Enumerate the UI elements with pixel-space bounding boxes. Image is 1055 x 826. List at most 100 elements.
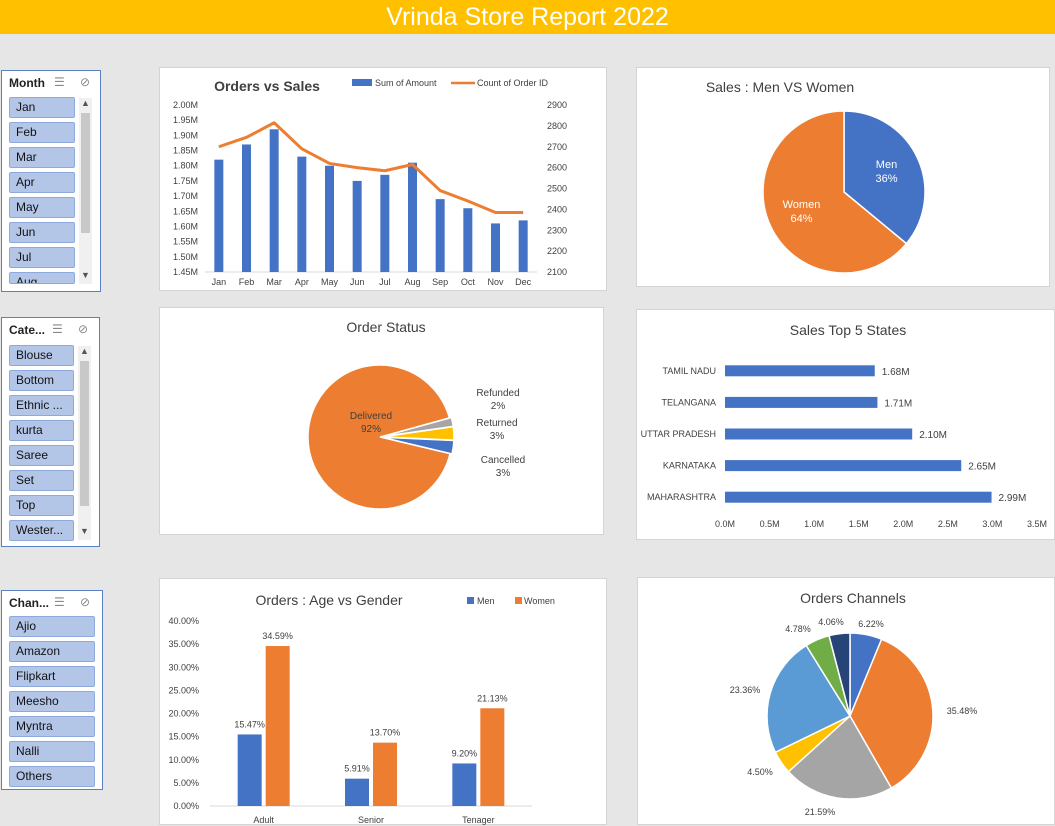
y-axis-tick-label: 1.55M (173, 237, 198, 247)
slicer-item-category[interactable]: Blouse (9, 345, 74, 366)
chart-title: Sales : Men VS Women (706, 79, 854, 95)
scroll-thumb[interactable] (80, 361, 89, 506)
slicer-item-channel[interactable]: Meesho (9, 691, 95, 712)
x-axis-tick-label: 3.5M (1027, 519, 1047, 529)
slicer-item-channel[interactable]: Myntra (9, 716, 95, 737)
x-axis-tick-label: Nov (487, 277, 504, 287)
y-axis-tick-label: 1.75M (173, 176, 198, 186)
scroll-down-icon[interactable]: ▼ (78, 526, 91, 536)
y2-axis-tick-label: 2300 (547, 225, 567, 235)
legend-swatch (352, 79, 372, 86)
month-scrollbar[interactable]: ▲ ▼ (79, 98, 92, 284)
slicer-item-month[interactable]: May (9, 197, 75, 218)
multi-select-icon[interactable]: ☰ (52, 322, 63, 336)
slicer-item-channel[interactable]: Flipkart (9, 666, 95, 687)
slicer-item-channel[interactable]: Ajio (9, 616, 95, 637)
slicer-item-month[interactable]: Aug (9, 272, 75, 284)
category-scrollbar[interactable]: ▲ ▼ (78, 346, 91, 540)
slicer-item-channel[interactable]: Nalli (9, 741, 95, 762)
chart-title: Orders Channels (800, 590, 906, 606)
slicer-item-month[interactable]: Feb (9, 122, 75, 143)
x-axis-tick-label: Oct (461, 277, 476, 287)
legend-label: Sum of Amount (375, 78, 437, 88)
slicer-item-month[interactable]: Apr (9, 172, 75, 193)
slicer-item-month[interactable]: Jun (9, 222, 75, 243)
slice-label: Men (876, 159, 897, 171)
y2-axis-tick-label: 2700 (547, 142, 567, 152)
slicer-item-channel[interactable]: Amazon (9, 641, 95, 662)
slicer-item-category[interactable]: kurta (9, 420, 74, 441)
bar-men (345, 778, 369, 806)
x-axis-tick-label: May (321, 277, 339, 287)
x-axis-tick-label: 0.5M (760, 519, 780, 529)
chart-title: Orders vs Sales (214, 78, 320, 94)
channel-slicer[interactable]: Chan... ☰ ⊘ Ajio Amazon Flipkart Meesho … (1, 590, 103, 790)
multi-select-icon[interactable]: ☰ (54, 75, 65, 89)
clear-filter-icon[interactable]: ⊘ (80, 75, 90, 89)
age-vs-gender-chart: Orders : Age vs Gender Men Women 0.00% 5.00%… (168, 592, 555, 825)
multi-select-icon[interactable]: ☰ (54, 595, 65, 609)
x-axis-tick-label: 1.5M (849, 519, 869, 529)
y-axis-tick-label: 1.80M (173, 161, 198, 171)
scroll-up-icon[interactable]: ▲ (79, 98, 92, 108)
slicer-item-category[interactable]: Wester... (9, 520, 74, 541)
scroll-up-icon[interactable]: ▲ (78, 346, 91, 356)
month-slicer[interactable]: Month ☰ ⊘ Jan Feb Mar Apr May Jun Jul Au… (1, 70, 101, 292)
bar-value-label: 2.10M (919, 430, 947, 441)
scroll-down-icon[interactable]: ▼ (79, 270, 92, 280)
category-slicer[interactable]: Cate... ☰ ⊘ Blouse Bottom Ethnic ... kur… (1, 317, 100, 547)
slicer-item-category[interactable]: Bottom (9, 370, 74, 391)
x-axis-tick-label: Jun (350, 277, 365, 287)
slice-label: Cancelled (481, 455, 525, 466)
slicer-item-channel[interactable]: Others (9, 766, 95, 787)
category-slicer-title: Cate... (9, 323, 46, 337)
state-bar (725, 491, 992, 503)
x-axis-tick-label: Sep (432, 277, 448, 287)
state-bar (725, 428, 913, 440)
x-axis-tick-label: Jul (379, 277, 391, 287)
y-axis-tick-label: 1.95M (173, 115, 198, 125)
slice-percent: 35.48% (947, 706, 978, 716)
y-axis-category-label: TAMIL NADU (662, 366, 716, 376)
slicer-item-month[interactable]: Mar (9, 147, 75, 168)
bar-sum-of-amount (408, 162, 417, 272)
slicer-item-category[interactable]: Ethnic ... (9, 395, 74, 416)
y-axis-tick-label: 20.00% (168, 709, 199, 719)
x-axis-tick-label: Mar (266, 277, 282, 287)
x-axis-tick-label: Jan (212, 277, 227, 287)
slicer-item-month[interactable]: Jul (9, 247, 75, 268)
slicer-item-category[interactable]: Top (9, 495, 74, 516)
slice-label: Refunded (476, 388, 519, 399)
y-axis-category-label: TELANGANA (661, 397, 716, 407)
y-axis-tick-label: 25.00% (168, 685, 199, 695)
bar-value-label: 1.68M (882, 367, 910, 378)
bar-men (237, 734, 262, 806)
slice-label: Returned (476, 418, 517, 429)
y-axis-tick-label: 30.00% (168, 662, 199, 672)
slicer-item-category[interactable]: Set (9, 470, 74, 491)
clear-filter-icon[interactable]: ⊘ (78, 322, 88, 336)
scroll-thumb[interactable] (81, 113, 90, 233)
slice-label: Delivered (350, 411, 392, 422)
x-axis-tick-label: 2.0M (893, 519, 913, 529)
slicer-item-month[interactable]: Jan (9, 97, 75, 118)
y2-axis-tick-label: 2600 (547, 163, 567, 173)
order-status-chart: Order Status Delivered 92% Refunded 2% Return… (307, 319, 525, 510)
chart-title: Sales Top 5 States (790, 322, 906, 338)
slice-percent: 3% (496, 468, 511, 479)
legend-label: Women (524, 596, 555, 606)
men-vs-women-card: Sales : Men VS Women Men 36% Women 64% (636, 67, 1050, 287)
y-axis-tick-label: 15.00% (168, 732, 199, 742)
clear-filter-icon[interactable]: ⊘ (80, 595, 90, 609)
age-vs-gender-card: Orders : Age vs Gender Men Women 0.00% 5.00%… (159, 578, 607, 825)
bar-sum-of-amount (242, 144, 251, 272)
slicer-item-category[interactable]: Saree (9, 445, 74, 466)
x-axis-tick-label: Senior (358, 815, 384, 825)
legend-label: Count of Order ID (477, 78, 549, 88)
line-count-of-order-id (218, 121, 524, 215)
bar-sum-of-amount (463, 208, 473, 272)
y2-axis-tick-label: 2800 (547, 121, 567, 131)
bar-sum-of-amount (269, 129, 279, 272)
x-axis-tick-label: 1.0M (804, 519, 824, 529)
slice-percent: 4.50% (747, 767, 773, 777)
